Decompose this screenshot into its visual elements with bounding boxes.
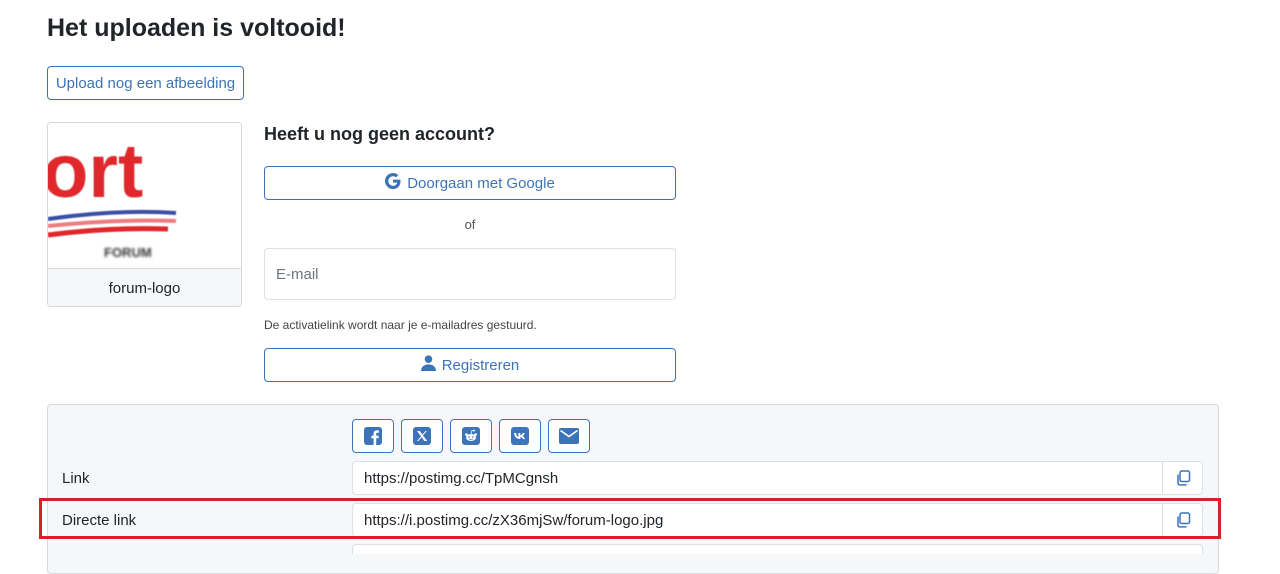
copy-direct-link-button[interactable] [1162, 504, 1202, 536]
share-email-button[interactable] [548, 419, 590, 453]
copy-icon [1176, 470, 1190, 486]
user-icon [420, 355, 436, 375]
share-reddit-button[interactable] [450, 419, 492, 453]
copy-link-button[interactable] [1162, 462, 1202, 494]
link-label: Link [62, 470, 90, 487]
share-facebook-button[interactable] [352, 419, 394, 453]
forum-logo-image: ort FORUM [48, 129, 177, 260]
image-thumbnail-card[interactable]: ort FORUM forum-logo [47, 122, 242, 307]
direct-link-field[interactable]: https://i.postimg.cc/zX36mjSw/forum-logo… [352, 503, 1203, 537]
upload-another-button[interactable]: Upload nog een afbeelding [47, 66, 244, 100]
google-icon [385, 173, 401, 193]
x-icon [413, 427, 431, 445]
image-thumbnail[interactable]: ort FORUM [48, 123, 241, 268]
direct-link-value[interactable]: https://i.postimg.cc/zX36mjSw/forum-logo… [353, 512, 1162, 529]
google-button-label: Doorgaan met Google [407, 174, 555, 192]
link-value[interactable]: https://postimg.cc/TpMCgnsh [353, 470, 1162, 487]
copy-icon [1176, 512, 1190, 528]
share-vk-button[interactable] [499, 419, 541, 453]
register-button[interactable]: Registreren [264, 348, 676, 382]
email-input[interactable] [264, 248, 676, 300]
google-signin-button[interactable]: Doorgaan met Google [264, 166, 676, 200]
share-x-button[interactable] [401, 419, 443, 453]
page-title: Het uploaden is voltooid! [47, 14, 346, 42]
signup-title: Heeft u nog geen account? [264, 124, 496, 144]
share-buttons [352, 419, 590, 453]
facebook-icon [364, 427, 382, 445]
or-divider: of [464, 217, 476, 232]
logo-subtext: FORUM [104, 245, 152, 260]
direct-link-label: Directe link [62, 512, 137, 529]
thumbnail-caption: forum-logo [48, 268, 241, 306]
reddit-icon [462, 427, 480, 445]
email-icon [559, 428, 579, 444]
activation-note: De activatielink wordt naar je e-mailadr… [264, 318, 537, 332]
link-field[interactable]: https://postimg.cc/TpMCgnsh [352, 461, 1203, 495]
logo-text: ort [48, 129, 143, 214]
register-button-label: Registreren [441, 356, 520, 374]
next-link-field[interactable] [352, 544, 1203, 554]
vk-icon [511, 427, 529, 445]
